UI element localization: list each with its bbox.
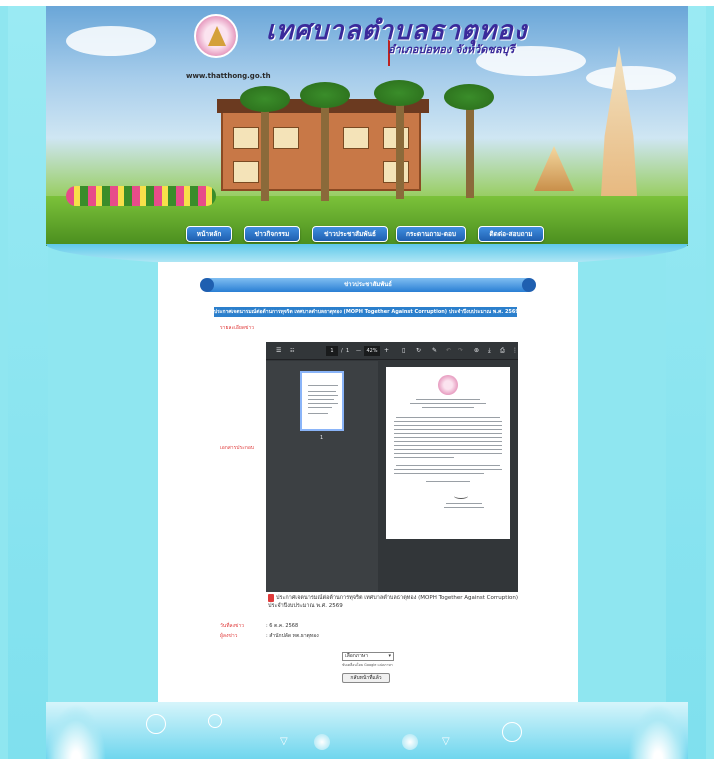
document-outline-icon[interactable]: ☷ [290, 346, 294, 356]
pdf-page-view [386, 367, 510, 539]
footer-decoration-left [46, 704, 106, 759]
author-label: ผู้ลงข่าว [220, 633, 238, 639]
section-header: ข่าวประชาสัมพันธ์ [200, 278, 536, 292]
attachment-link[interactable]: ประกาศเจตนารมณ์ต่อต้านการทุจริต เทศบาลตำ… [268, 594, 524, 610]
redo-icon[interactable]: ↷ [458, 346, 463, 356]
translate-credit: ขับเคลื่อนโดย Google แปลภาษา [342, 663, 393, 667]
signature [454, 493, 468, 499]
nav-item-qa-board[interactable]: กระดานถาม-ตอบ [396, 226, 466, 242]
back-button[interactable]: กลับหน้าที่แล้ว [342, 673, 390, 683]
ink-icon[interactable]: ⊛ [474, 346, 479, 356]
fit-page-icon[interactable]: ▯ [402, 346, 405, 356]
header-banner: เทศบาลตำบลธาตุทอง อำเภอบ่อทอง จังหวัดชลบ… [46, 6, 688, 246]
zoom-level-input[interactable]: 42% [364, 346, 380, 356]
document-label: เอกสารประกอบ [220, 445, 255, 451]
footer-orb [314, 734, 330, 750]
download-icon[interactable]: ⤓ [488, 346, 491, 356]
temple-roof [534, 146, 574, 191]
pdf-toolbar: ☰ ☷ 1 / 1 — 42% + ▯ ↻ ✎ ↶ ↷ ⊛ ⤓ ⎙ ⋮ [266, 342, 518, 360]
cloud [586, 66, 676, 90]
news-title: ประกาศเจตนารมณ์ต่อต้านการทุจริต เทศบาลตำ… [214, 307, 517, 317]
palm-tree [396, 94, 404, 199]
site-subtitle: อำเภอบ่อทอง จังหวัดชลบุรี [388, 43, 515, 56]
date-label: วันที่ลงข่าว [220, 623, 245, 629]
footer-ring [146, 714, 166, 734]
menu-icon[interactable]: ☰ [276, 346, 281, 356]
main-content: ข่าวประชาสัมพันธ์ ประกาศเจตนารมณ์ต่อต้าน… [158, 262, 578, 702]
pdf-viewer[interactable]: ☰ ☷ 1 / 1 — 42% + ▯ ↻ ✎ ↶ ↷ ⊛ ⤓ ⎙ ⋮ 1 [266, 342, 518, 592]
site-url: www.thatthong.go.th [186, 72, 271, 80]
document-seal [438, 375, 458, 395]
footer-triangle-icon: ▽ [280, 736, 288, 747]
footer-ring [502, 722, 522, 742]
footer-decoration-right [628, 704, 688, 759]
chevron-down-icon: ▾ [388, 653, 391, 659]
nav-item-announcements[interactable]: ข่าวประชาสัมพันธ์ [312, 226, 388, 242]
zoom-out-button[interactable]: — [356, 346, 361, 356]
nav-item-contact[interactable]: ติดต่อ-สอบถาม [478, 226, 544, 242]
page-thumbnail[interactable] [300, 371, 344, 431]
zoom-in-button[interactable]: + [384, 346, 389, 356]
nav-item-activities[interactable]: ข่าวกิจกรรม [244, 226, 300, 242]
author-value: : สำนักปลัด ทต.ธาตุทอง [266, 633, 319, 639]
cloud [66, 26, 156, 56]
page-total: 1 [346, 348, 350, 354]
palm-tree [261, 101, 269, 201]
detail-label: รายละเอียดข่าว [220, 325, 255, 331]
footer-triangle-icon: ▽ [442, 736, 450, 747]
pdf-thumbnail-sidebar: 1 [266, 361, 378, 592]
date-value: : 6 ต.ค. 2568 [266, 623, 299, 629]
undo-icon[interactable]: ↶ [446, 346, 451, 356]
thumbnail-page-number: 1 [320, 435, 324, 441]
footer-orb [402, 734, 418, 750]
flower-bed [66, 186, 216, 206]
palm-tree [321, 96, 329, 201]
print-icon[interactable]: ⎙ [500, 346, 505, 356]
more-options-icon[interactable]: ⋮ [512, 346, 518, 356]
rotate-icon[interactable]: ↻ [416, 346, 421, 356]
municipality-logo[interactable] [194, 14, 238, 58]
section-header-label: ข่าวประชาสัมพันธ์ [344, 281, 392, 288]
palm-tree [466, 98, 474, 198]
page-separator: / [341, 348, 343, 354]
nav-item-home[interactable]: หน้าหลัก [186, 226, 232, 242]
footer-ring [208, 714, 222, 728]
left-border [8, 6, 48, 759]
language-select-value: เลือกภาษา [345, 653, 369, 659]
language-select[interactable]: เลือกภาษา ▾ [342, 652, 394, 661]
footer: ▽ ▽ [46, 702, 688, 759]
page-number-input[interactable]: 1 [326, 346, 338, 356]
annotate-icon[interactable]: ✎ [432, 346, 437, 356]
